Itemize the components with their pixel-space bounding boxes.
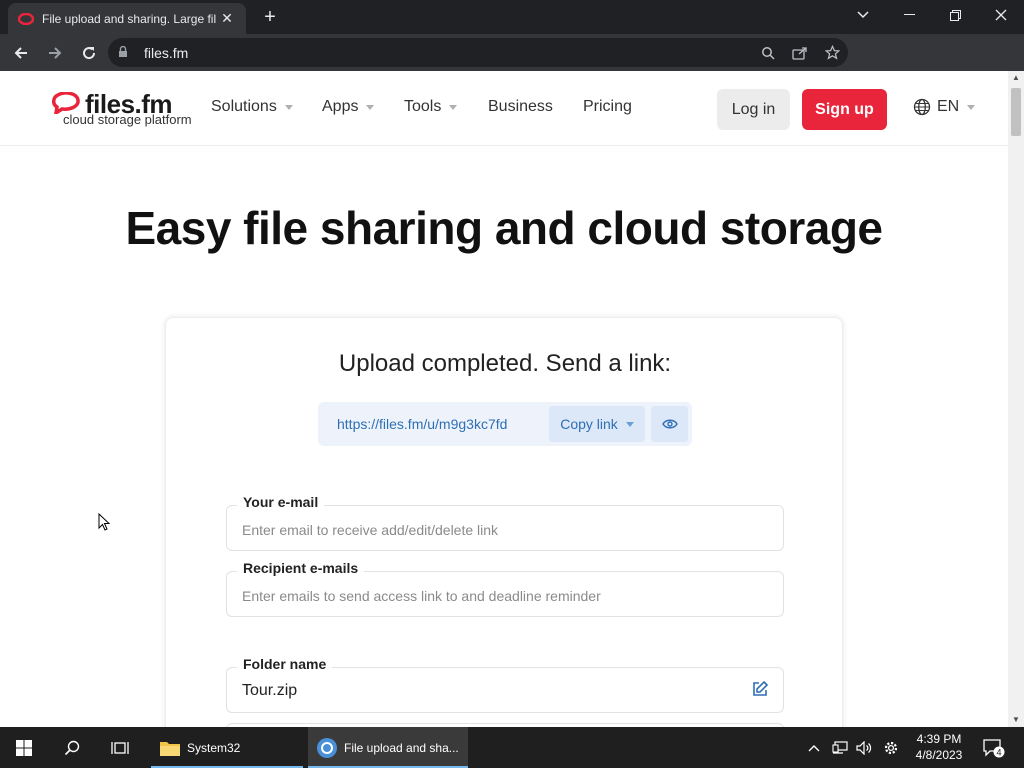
share-link-box: https://files.fm/u/m9g3kc7fd Copy link (318, 402, 692, 446)
recipient-emails-input[interactable]: Enter emails to send access link to and … (242, 588, 601, 604)
lock-icon[interactable] (118, 45, 132, 60)
nav-tools[interactable]: Tools (404, 98, 458, 116)
nav-solutions-label: Solutions (211, 98, 277, 115)
folder-name-label: Folder name (237, 656, 333, 672)
taskbar-app-system32[interactable]: System32 (151, 727, 303, 768)
share-icon[interactable] (784, 38, 816, 67)
chrome-icon (317, 737, 337, 758)
tab-search-icon[interactable] (840, 0, 886, 30)
hero-title: Easy file sharing and cloud storage (125, 202, 883, 254)
new-tab-button[interactable]: + (258, 6, 282, 28)
signup-button[interactable]: Sign up (802, 89, 887, 130)
system-clock[interactable]: 4:39 PM 4/8/2023 (908, 731, 970, 763)
windows-taskbar: System32 File upload and sha... 4:39 PM … (0, 727, 1024, 768)
eye-icon (661, 419, 678, 429)
nav-apps[interactable]: Apps (322, 98, 375, 116)
edit-icon[interactable] (751, 680, 769, 698)
language-label: EN (937, 98, 960, 115)
site-header: files.fm cloud storage platform Solution… (0, 71, 1008, 146)
share-link[interactable]: https://files.fm/u/m9g3kc7fd (337, 416, 507, 432)
url-text: files.fm (144, 44, 189, 61)
reload-icon[interactable] (74, 38, 104, 68)
your-email-input[interactable]: Enter email to receive add/edit/delete l… (242, 522, 498, 538)
task-view-icon[interactable] (96, 727, 144, 768)
folder-icon (160, 741, 180, 756)
nav-apps-label: Apps (322, 98, 359, 115)
minimize-button[interactable] (886, 0, 932, 30)
page-viewport: files.fm cloud storage platform Solution… (0, 71, 1008, 727)
chevron-down-icon (284, 104, 293, 110)
chevron-down-icon (449, 104, 458, 110)
folder-name-field[interactable]: Folder name Tour.zip (226, 656, 784, 713)
volume-icon[interactable] (852, 727, 876, 768)
nav-solutions[interactable]: Solutions (211, 98, 293, 116)
recipient-emails-field[interactable]: Recipient e-mails Enter emails to send a… (226, 560, 784, 617)
taskbar-app-chrome[interactable]: File upload and sha... (308, 727, 468, 768)
address-bar[interactable]: files.fm (108, 38, 848, 67)
clock-time: 4:39 PM (916, 732, 962, 746)
restore-button[interactable] (932, 0, 978, 30)
mouse-pointer-icon (98, 513, 110, 531)
upload-card: Upload completed. Send a link: https://f… (165, 317, 843, 727)
globe-icon (913, 98, 931, 116)
network-icon[interactable] (828, 727, 852, 768)
tab-close-icon[interactable]: ✕ (218, 10, 236, 27)
show-hidden-icons-icon[interactable] (804, 727, 824, 768)
back-arrow-icon[interactable] (6, 38, 36, 68)
windows-logo-icon (16, 739, 32, 756)
taskbar-app-label: System32 (187, 740, 241, 755)
nav-pricing-label: Pricing (583, 98, 632, 115)
filesfm-favicon-icon (18, 11, 34, 27)
notification-count: 4 (996, 747, 1001, 757)
your-email-label: Your e-mail (237, 494, 325, 510)
chevron-down-icon (967, 104, 976, 110)
folder-name-value[interactable]: Tour.zip (242, 682, 297, 700)
scroll-up-arrow-icon[interactable]: ▲ (1008, 71, 1024, 85)
taskbar-app-label: File upload and sha... (344, 740, 459, 755)
nav-business[interactable]: Business (488, 98, 553, 116)
clock-date: 4/8/2023 (915, 748, 963, 762)
search-icon[interactable] (48, 727, 96, 768)
upload-complete-title: Upload completed. Send a link: (338, 350, 672, 377)
copy-link-button[interactable]: Copy link (549, 406, 645, 442)
browser-toolbar: files.fm (0, 34, 1024, 95)
language-selector[interactable]: EN (913, 98, 976, 116)
filesfm-logo[interactable]: files.fm cloud storage platform (52, 89, 192, 129)
nav-tools-label: Tools (404, 98, 442, 115)
preview-button[interactable] (651, 406, 688, 442)
filesfm-logo-icon (52, 92, 80, 114)
forward-arrow-icon[interactable] (40, 38, 70, 68)
scroll-down-arrow-icon[interactable]: ▼ (1008, 713, 1024, 727)
scroll-thumb[interactable] (1011, 88, 1021, 136)
copy-link-label: Copy link (560, 416, 618, 432)
browser-tab[interactable]: File upload and sharing. Large fil ✕ (8, 3, 246, 34)
action-center-icon[interactable]: 4 (980, 727, 1008, 768)
your-email-field[interactable]: Your e-mail Enter email to receive add/e… (226, 494, 784, 551)
chevron-down-icon (625, 421, 634, 427)
windows-start-button[interactable] (0, 727, 48, 768)
zoom-search-icon[interactable] (752, 38, 784, 67)
close-window-button[interactable] (978, 0, 1024, 30)
nav-business-label: Business (488, 98, 553, 115)
browser-titlebar: File upload and sharing. Large fil ✕ + (0, 0, 1024, 34)
logo-tagline: cloud storage platform (63, 112, 192, 127)
chevron-down-icon (366, 104, 375, 110)
login-button[interactable]: Log in (717, 89, 790, 130)
settings-gear-icon[interactable] (878, 727, 904, 768)
tab-title: File upload and sharing. Large fil (42, 11, 217, 26)
nav-pricing[interactable]: Pricing (583, 98, 632, 116)
bookmark-star-icon[interactable] (816, 38, 848, 67)
page-scrollbar[interactable]: ▲ ▼ (1008, 71, 1024, 727)
recipient-emails-label: Recipient e-mails (237, 560, 365, 576)
